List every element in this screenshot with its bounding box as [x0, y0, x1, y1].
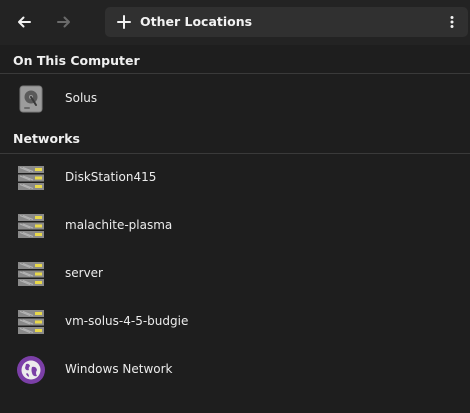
network-workgroup-icon — [17, 356, 45, 384]
back-icon — [18, 16, 31, 28]
list-item-label: server — [65, 266, 103, 280]
back-button[interactable] — [9, 8, 39, 36]
network-server-icon — [18, 310, 44, 334]
list-item-label: malachite-plasma — [65, 218, 173, 232]
network-server-icon — [18, 166, 44, 190]
menu-icon[interactable] — [444, 14, 460, 30]
list-item-solus[interactable]: Solus — [0, 75, 470, 123]
headerbar: Other Locations — [0, 0, 470, 45]
list-item-malachite-plasma[interactable]: malachite-plasma — [0, 202, 470, 250]
list-item-server[interactable]: server — [0, 250, 470, 298]
hard-drive-icon — [19, 85, 43, 113]
list-item-label: Solus — [65, 91, 98, 105]
forward-button[interactable] — [49, 8, 79, 36]
list-item-label: Windows Network — [65, 362, 173, 376]
section-header-on-this-computer: On This Computer — [13, 53, 140, 68]
section-header-networks: Networks — [13, 131, 80, 146]
list-item-vm-solus-4-5-budgie[interactable]: vm-solus-4-5-budgie — [0, 298, 470, 346]
list-item-label: DiskStation415 — [65, 170, 157, 184]
list-item-diskstation415[interactable]: DiskStation415 — [0, 154, 470, 202]
list-item-windows-network[interactable]: Windows Network — [0, 346, 470, 394]
network-server-icon — [18, 214, 44, 238]
plus-icon — [117, 15, 131, 29]
network-server-icon — [18, 262, 44, 286]
location-title: Other Locations — [140, 14, 253, 29]
section-divider — [0, 73, 470, 74]
forward-icon — [57, 16, 70, 28]
list-item-label: vm-solus-4-5-budgie — [65, 314, 189, 328]
location-pathbar[interactable]: Other Locations — [105, 7, 468, 37]
